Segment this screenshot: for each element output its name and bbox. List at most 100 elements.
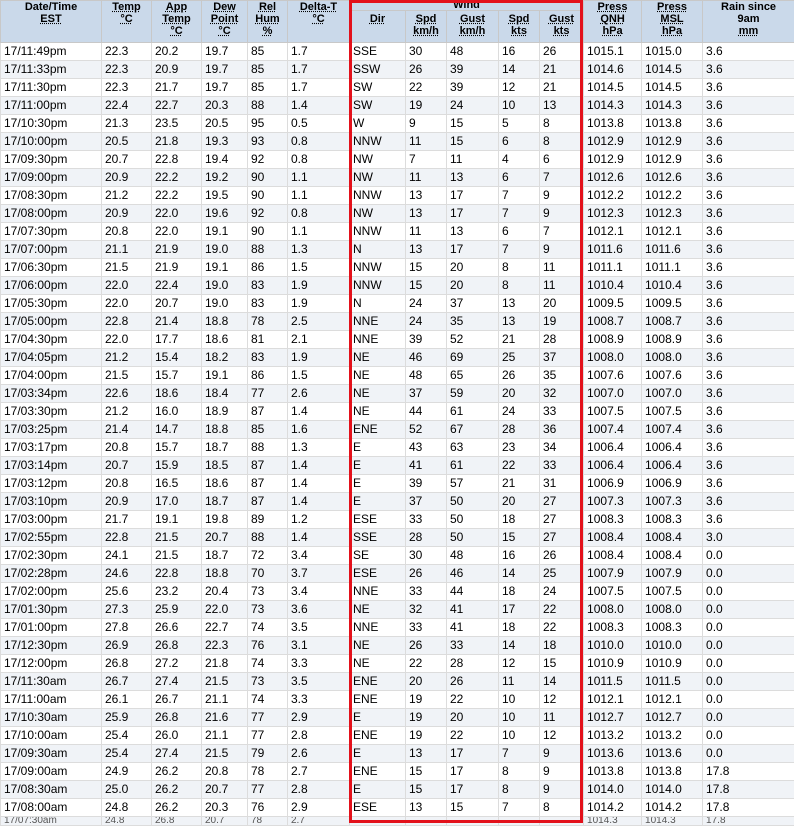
col-header-dew-point[interactable]: Dew Point °C (201, 0, 248, 43)
col-header-wind-spd-kts[interactable]: Spd kts (498, 10, 540, 43)
wind-group-label: Wind (453, 0, 480, 11)
cell-wind-dir: SW (349, 96, 406, 115)
cell-wind-gust-kmh: 50 (446, 492, 499, 511)
col-header-rel-hum[interactable]: Rel Hum % (247, 0, 288, 43)
cell-wind-spd-kmh: 11 (405, 132, 447, 151)
table-row: 17/04:00pm 21.5 15.7 19.1 86 1.5 NE 48 65 26 35 100… (0, 366, 794, 385)
cell-temp: 22.0 (101, 294, 152, 313)
table-row: 17/07:00pm 21.1 21.9 19.0 88 1.3 N 13 17 7 9 1011.6… (0, 240, 794, 259)
cell-wind-spd-kts: 8 (498, 276, 540, 295)
table-row: 17/02:55pm 22.8 21.5 20.7 88 1.4 SSE 28 50 15 27 10… (0, 528, 794, 547)
cell-rel-hum: 90 (247, 186, 288, 205)
cell-press-msl: 1008.9 (641, 330, 704, 349)
cell-wind-spd-kmh: 46 (405, 348, 447, 367)
col-header-temp[interactable]: Temp °C (101, 0, 152, 43)
cell-delta-t: 2.9 (287, 708, 350, 727)
cell-delta-t: 0.8 (287, 132, 350, 151)
cell-press-msl: 1007.5 (641, 402, 704, 421)
cell-wind-dir: W (349, 114, 406, 133)
cell-wind-gust-kts: 7 (538, 168, 585, 187)
cell-temp: 20.9 (101, 204, 152, 223)
col-header-app-temp[interactable]: App Temp °C (151, 0, 202, 43)
cell-wind-gust-kmh: 20 (446, 258, 499, 277)
cell-rel-hum: 81 (247, 330, 288, 349)
cell-wind-dir: SSE (349, 528, 406, 547)
cell-wind-dir: NE (349, 636, 406, 655)
cell-dew-point: 18.8 (201, 564, 248, 583)
cell-press-msl: 1008.0 (641, 348, 704, 367)
cell-date-time: 17/09:00pm (0, 168, 102, 187)
press-qnh-unit: hPa (602, 25, 623, 37)
cell-rel-hum: 85 (247, 78, 288, 97)
cell-dew-point: 19.3 (201, 132, 248, 151)
cell-wind-gust-kmh: 63 (446, 438, 499, 457)
cell-wind-gust-kts: 11 (538, 708, 585, 727)
cell-dew-point: 20.3 (201, 798, 248, 817)
cell-rel-hum: 85 (247, 420, 288, 439)
cell-delta-t: 1.1 (287, 168, 350, 187)
cell-wind-gust-kts: 9 (538, 762, 585, 781)
cell-wind-dir: E (349, 438, 406, 457)
cell-wind-gust-kts: 27 (538, 492, 585, 511)
col-header-wind-gust-kmh[interactable]: Gust km/h (446, 10, 499, 43)
cell-app-temp: 21.8 (151, 132, 202, 151)
cell-dew-point: 21.8 (201, 654, 248, 673)
cell-date-time: 17/07:30pm (0, 222, 102, 241)
cell-date-time: 17/12:00pm (0, 654, 102, 673)
cell-press-msl: 1012.3 (641, 204, 704, 223)
cell-wind-gust-kts: 35 (538, 366, 585, 385)
cell-dew-point: 19.7 (201, 60, 248, 79)
cell-rain: 3.6 (702, 402, 794, 421)
cell-dew-point: 18.4 (201, 384, 248, 403)
cell-rel-hum: 83 (247, 294, 288, 313)
cell-temp: 25.0 (101, 780, 152, 799)
cell-wind-spd-kmh: 28 (405, 528, 447, 547)
cell-wind-spd-kmh: 43 (405, 438, 447, 457)
cell-delta-t: 3.3 (287, 690, 350, 709)
cell-dew-point: 21.1 (201, 726, 248, 745)
table-row: 17/02:30pm 24.1 21.5 18.7 72 3.4 SE 30 48 16 26 100… (0, 546, 794, 565)
col-header-press-qnh[interactable]: Press QNH hPa (583, 0, 643, 43)
cell-press-qnh: 1012.6 (583, 168, 643, 187)
cell-temp: 24.9 (101, 762, 152, 781)
cell-delta-t: 1.7 (287, 42, 350, 61)
col-header-wind-gust-kts[interactable]: Gust kts (538, 10, 585, 43)
col-header-wind-spd-kmh[interactable]: Spd km/h (405, 10, 447, 43)
cell-wind-gust-kts: 11 (538, 276, 585, 295)
press-qnh-label-2: QNH (600, 13, 625, 25)
cell-wind-dir: NE (349, 600, 406, 619)
cell-wind-spd-kmh: 48 (405, 366, 447, 385)
rel-hum-label-1: Rel (258, 1, 277, 13)
cell-wind-gust-kts: 19 (538, 312, 585, 331)
cell-wind-spd-kts: 12 (498, 654, 540, 673)
cell-wind-gust-kts: 9 (538, 240, 585, 259)
cell-press-qnh: 1010.9 (583, 654, 643, 673)
cell-wind-gust-kmh: 22 (446, 690, 499, 709)
col-header-wind-dir[interactable]: Dir (349, 10, 406, 43)
cell-temp: 20.5 (101, 132, 152, 151)
cell-temp: 24.1 (101, 546, 152, 565)
cell-wind-gust-kts: 34 (538, 438, 585, 457)
cell-delta-t: 2.1 (287, 330, 350, 349)
cell-wind-spd-kmh: 13 (405, 240, 447, 259)
cell-wind-dir: NW (349, 168, 406, 187)
col-header-date-time[interactable]: Date/Time EST (0, 0, 102, 43)
cell-rain: 3.6 (702, 96, 794, 115)
cell-app-temp: 15.9 (151, 456, 202, 475)
date-time-unit: EST (40, 13, 62, 25)
cell-date-time: 17/10:00pm (0, 132, 102, 151)
cell-wind-dir: ENE (349, 672, 406, 691)
col-header-press-msl[interactable]: Press MSL hPa (641, 0, 704, 43)
cell-date-time: 17/03:00pm (0, 510, 102, 529)
cell-wind-spd-kmh: 41 (405, 456, 447, 475)
cell-press-qnh: 1014.3 (583, 96, 643, 115)
cell-dew-point: 21.6 (201, 708, 248, 727)
cell-app-temp: 22.2 (151, 186, 202, 205)
cell-temp: 22.8 (101, 528, 152, 547)
cell-delta-t: 1.3 (287, 438, 350, 457)
cell-rel-hum: 90 (247, 222, 288, 241)
col-header-delta-t[interactable]: Delta-T °C (287, 0, 350, 43)
cell-wind-dir: SSE (349, 42, 406, 61)
cell-wind-gust-kmh: 33 (446, 636, 499, 655)
col-header-rain[interactable]: Rain since 9am mm (702, 0, 794, 43)
